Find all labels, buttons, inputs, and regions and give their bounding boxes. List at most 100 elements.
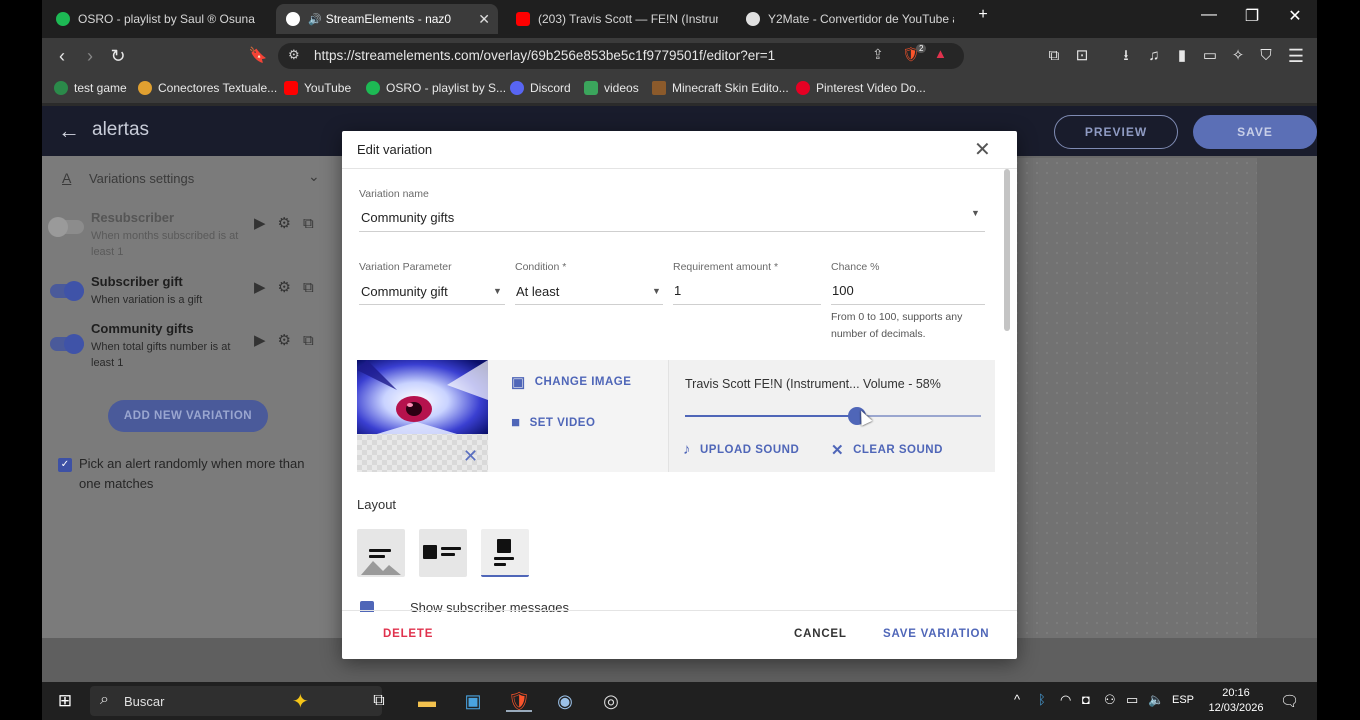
usb-icon[interactable]: ⚇ bbox=[1104, 692, 1116, 708]
add-new-variation-button[interactable]: ADD NEW VARIATION bbox=[108, 400, 268, 432]
layout-option-text-over-image[interactable] bbox=[357, 529, 405, 577]
remote-desktop-icon[interactable]: ▣ bbox=[460, 690, 486, 712]
wifi-icon[interactable]: ◠ bbox=[1060, 692, 1071, 708]
change-image-button[interactable]: ▣ CHANGE IMAGE bbox=[511, 373, 631, 391]
maximize-icon[interactable]: ❐ bbox=[1237, 6, 1267, 26]
bookmark-item[interactable]: videos bbox=[584, 81, 639, 95]
taskbar-search[interactable]: ⌕ Buscar ✦ bbox=[90, 686, 382, 716]
variation-toggle[interactable] bbox=[48, 217, 84, 237]
bookmark-item[interactable]: YouTube bbox=[284, 81, 351, 95]
copy-icon[interactable]: ⧉ bbox=[303, 332, 314, 349]
close-tab-icon[interactable]: ✕ bbox=[478, 11, 490, 28]
back-arrow-icon[interactable]: ← bbox=[58, 118, 80, 144]
chevron-up-icon[interactable]: ^ bbox=[1014, 692, 1020, 707]
windows-start-icon[interactable]: ⊞ bbox=[52, 690, 78, 712]
upload-sound-button[interactable]: ♪ UPLOAD SOUND bbox=[683, 441, 799, 458]
menu-icon[interactable]: ☰ bbox=[1284, 44, 1308, 68]
set-video-button[interactable]: ■ SET VIDEO bbox=[511, 414, 595, 431]
obs-icon[interactable]: ◎ bbox=[598, 690, 624, 712]
forward-icon[interactable]: › bbox=[78, 44, 102, 68]
music-note-icon: ♪ bbox=[683, 441, 691, 458]
volume-slider[interactable] bbox=[685, 407, 981, 425]
bookmark-icon[interactable]: 🔖 bbox=[246, 44, 270, 68]
close-icon[interactable]: ✕ bbox=[974, 137, 991, 162]
dropdown-arrow-icon[interactable]: ▼ bbox=[493, 286, 502, 296]
new-tab-button[interactable]: + bbox=[968, 6, 998, 24]
battery-icon[interactable]: ▭ bbox=[1126, 692, 1138, 708]
tab-spotify[interactable]: OSRO - playlist by Saul ® Osuna | Sp bbox=[46, 4, 268, 34]
gear-icon[interactable]: ⚙ bbox=[278, 279, 291, 296]
close-window-icon[interactable]: ✕ bbox=[1280, 6, 1310, 26]
extensions-icon[interactable]: ⧉ bbox=[1042, 44, 1066, 68]
speaker-icon[interactable]: 🔊 bbox=[308, 13, 322, 26]
tab-y2mate[interactable]: Y2Mate - Convertidor de YouTube a bbox=[736, 4, 964, 34]
chance-input[interactable]: 100 bbox=[832, 283, 854, 298]
reload-icon[interactable]: ↻ bbox=[106, 44, 130, 68]
delete-button[interactable]: DELETE bbox=[383, 628, 433, 640]
play-icon[interactable]: ▶ bbox=[254, 332, 266, 349]
gear-icon[interactable]: ⚙ bbox=[278, 215, 291, 232]
bookmark-item[interactable]: Conectores Textuale... bbox=[138, 81, 277, 95]
wallet-icon[interactable]: ▭ bbox=[1198, 44, 1222, 68]
image-icon bbox=[497, 539, 511, 553]
layout-option-image-left[interactable] bbox=[419, 529, 467, 577]
clock[interactable]: 20:16 12/03/2026 bbox=[1204, 686, 1268, 716]
clear-sound-button[interactable]: ✕ CLEAR SOUND bbox=[831, 441, 943, 459]
url-text[interactable]: https://streamelements.com/overlay/69b25… bbox=[314, 48, 775, 63]
copy-icon[interactable]: ⧉ bbox=[303, 215, 314, 232]
gear-icon[interactable]: ⚙ bbox=[278, 332, 291, 349]
camera-icon[interactable]: ◘ bbox=[1082, 692, 1090, 707]
checkmark-icon[interactable]: ✓ bbox=[58, 458, 72, 472]
bookmark-item[interactable]: Discord bbox=[510, 81, 571, 95]
play-icon[interactable]: ▶ bbox=[254, 279, 266, 296]
music-icon[interactable]: ♫ bbox=[1142, 44, 1166, 68]
dropdown-arrow-icon[interactable]: ▼ bbox=[652, 286, 661, 296]
tab-streamelements[interactable]: 🔊 StreamElements - naz0 ✕ bbox=[276, 4, 498, 34]
download-icon[interactable]: ⭳ bbox=[1114, 44, 1138, 68]
cancel-button[interactable]: CANCEL bbox=[794, 628, 847, 640]
variation-toggle[interactable] bbox=[50, 281, 84, 301]
minimize-icon[interactable]: — bbox=[1194, 6, 1224, 24]
site-info-icon[interactable]: ⚙ bbox=[288, 47, 300, 63]
scrollbar[interactable] bbox=[1004, 169, 1010, 331]
bookmark-item[interactable]: test game bbox=[54, 81, 127, 95]
brave-browser-icon[interactable]: 🛡 bbox=[506, 690, 532, 712]
copy-icon[interactable]: ⧉ bbox=[303, 279, 314, 296]
condition-select[interactable]: At least bbox=[516, 284, 559, 299]
sidebar-icon[interactable]: ▮ bbox=[1170, 44, 1194, 68]
dropdown-arrow-icon[interactable]: ▼ bbox=[971, 208, 980, 218]
task-view-icon[interactable]: ⧉ bbox=[366, 690, 392, 712]
file-explorer-icon[interactable]: ▬ bbox=[414, 690, 440, 712]
save-variation-button[interactable]: SAVE VARIATION bbox=[883, 628, 989, 640]
variation-toggle[interactable] bbox=[50, 334, 84, 354]
language-indicator[interactable]: ESP bbox=[1172, 694, 1194, 706]
chevron-down-icon[interactable]: ⌄ bbox=[308, 168, 320, 185]
save-button[interactable]: SAVE bbox=[1193, 115, 1317, 149]
screenshot-icon[interactable]: ⊡ bbox=[1070, 44, 1094, 68]
bookmark-item[interactable]: OSRO - playlist by S... bbox=[366, 81, 506, 95]
leo-ai-icon[interactable]: ✧ bbox=[1226, 44, 1250, 68]
play-icon[interactable]: ▶ bbox=[254, 215, 266, 232]
preview-button[interactable]: PREVIEW bbox=[1054, 115, 1178, 149]
layout-option-image-top[interactable] bbox=[481, 529, 529, 577]
remove-image-icon[interactable]: ✕ bbox=[463, 446, 478, 467]
share-icon[interactable]: ⇪ bbox=[872, 46, 884, 63]
vpn-icon[interactable]: ⛉ bbox=[1254, 44, 1278, 68]
bookmark-item[interactable]: Pinterest Video Do... bbox=[796, 81, 926, 95]
condition-label: Condition * bbox=[515, 261, 567, 273]
notifications-icon[interactable]: 🗨 bbox=[1280, 692, 1299, 710]
variations-settings-header[interactable]: A Variations settings bbox=[62, 170, 194, 186]
steam-icon[interactable]: ◉ bbox=[552, 690, 578, 712]
volume-icon[interactable]: 🔈 bbox=[1148, 692, 1164, 708]
overlay-title[interactable]: alertas bbox=[92, 119, 149, 141]
bluetooth-icon[interactable]: ᛒ bbox=[1038, 692, 1046, 707]
brave-rewards-icon[interactable]: ▲ bbox=[934, 46, 947, 61]
sparkle-icon[interactable]: ✦ bbox=[292, 689, 309, 714]
variation-parameter-select[interactable]: Community gift bbox=[361, 284, 448, 299]
back-icon[interactable]: ‹ bbox=[50, 44, 74, 68]
address-bar[interactable]: ⚙ https://streamelements.com/overlay/69b… bbox=[278, 43, 964, 69]
tab-youtube[interactable]: (203) Travis Scott — FE!N (Instrument bbox=[506, 4, 728, 34]
variation-name-select[interactable]: Community gifts bbox=[361, 210, 454, 225]
bookmark-item[interactable]: Minecraft Skin Edito... bbox=[652, 81, 789, 95]
requirement-amount-input[interactable]: 1 bbox=[674, 283, 681, 298]
